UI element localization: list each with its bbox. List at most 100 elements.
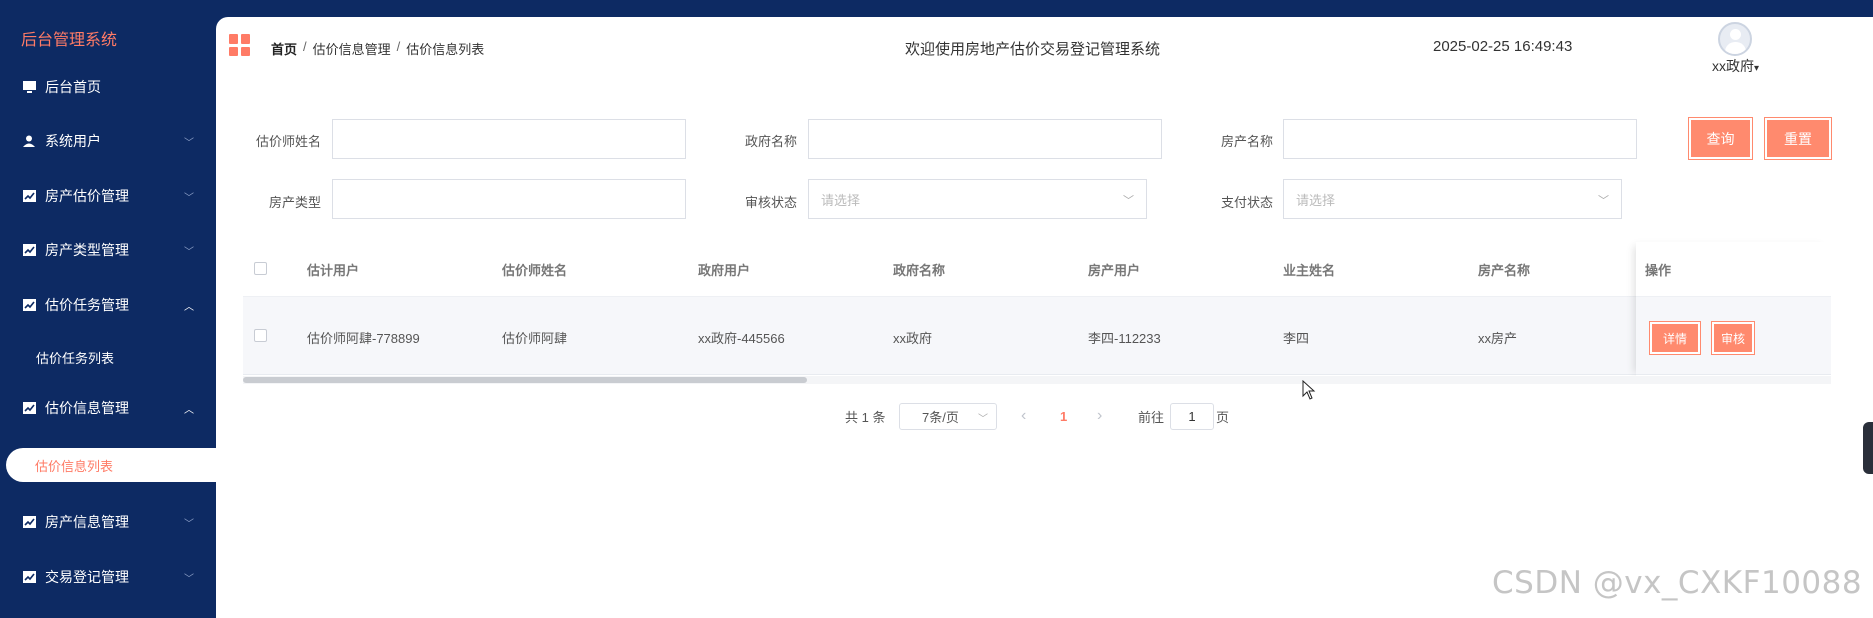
current-page[interactable]: 1 [1060, 402, 1067, 430]
chevron-down-icon: ﹀ [184, 246, 194, 258]
pay-status-placeholder: 请选择 [1296, 192, 1336, 208]
pay-status-select[interactable]: 请选择 ﹀ [1283, 179, 1622, 219]
page-size-value: 7条/页 [922, 410, 959, 425]
caret-down-icon: ▾ [1754, 63, 1760, 74]
sidebar-item-users[interactable]: 系统用户 ﹀ [0, 114, 216, 168]
column-header: 房产名称 [1478, 263, 1531, 278]
sidebar-item-label: 后台首页 [45, 79, 101, 95]
sidebar-item-property-info[interactable]: 房产信息管理 ﹀ [0, 495, 216, 549]
sidebar-item-valuation[interactable]: 房产估价管理 ﹀ [0, 169, 216, 223]
sidebar-item-transactions[interactable]: 交易登记管理 ﹀ [0, 550, 216, 604]
detail-button[interactable]: 详情 [1650, 322, 1700, 354]
sidebar-item-label: 房产估价管理 [45, 188, 129, 204]
column-header: 业主姓名 [1283, 263, 1336, 278]
sidebar-item-label: 估价任务管理 [45, 297, 129, 313]
column-header: 估计用户 [307, 263, 360, 278]
sidebar-item-info[interactable]: 估价信息管理 ︿ [0, 381, 216, 435]
audit-status-label: 审核状态 [744, 195, 797, 210]
cell-appraiser-name: 估价师阿肆 [502, 331, 568, 346]
chart-icon [22, 244, 36, 256]
cell-gov-name: xx政府 [893, 331, 933, 346]
welcome-text: 欢迎使用房地产估价交易登记管理系统 [905, 41, 1161, 58]
cell-property-name: xx房产 [1478, 331, 1518, 346]
apps-grid-icon[interactable] [229, 34, 251, 56]
next-page-button[interactable]: › [1097, 402, 1102, 430]
sidebar-subitem-task-list[interactable]: 估价任务列表 [0, 337, 216, 377]
breadcrumb-separator: / [396, 39, 401, 54]
chevron-down-icon: ﹀ [978, 414, 988, 425]
property-type-input[interactable] [332, 179, 686, 219]
chart-icon [22, 299, 36, 311]
goto-label: 前往 [1138, 409, 1165, 425]
query-button[interactable]: 查询 [1689, 118, 1752, 159]
goto-page-input[interactable]: 1 [1170, 403, 1214, 430]
audit-button[interactable]: 审核 [1712, 322, 1754, 354]
column-header: 估价师姓名 [502, 263, 568, 278]
sidebar-item-property-type[interactable]: 房产类型管理 ﹀ [0, 223, 216, 277]
sidebar-item-label: 房产类型管理 [45, 242, 129, 258]
column-header: 房产用户 [1088, 263, 1141, 278]
scrollbar-thumb[interactable] [243, 377, 807, 383]
breadcrumb-current: 估价信息列表 [406, 42, 485, 57]
select-all-checkbox[interactable] [254, 262, 267, 275]
chevron-down-icon: ﹀ [184, 518, 194, 530]
chevron-down-icon: ﹀ [184, 573, 194, 585]
chart-icon [22, 402, 36, 414]
chart-icon [22, 571, 36, 583]
prev-page-button[interactable]: ‹ [1021, 402, 1026, 430]
column-header: 操作 [1645, 263, 1672, 278]
chevron-up-icon: ︿ [184, 301, 194, 313]
table-header: 估计用户 估价师姓名 政府用户 政府名称 房产用户 业主姓名 房产名称 [243, 242, 1831, 297]
breadcrumb: 首页 / 估价信息管理 / 估价信息列表 [271, 39, 484, 58]
cell-property-user: 李四-112233 [1088, 331, 1161, 346]
appraiser-input[interactable] [332, 119, 686, 159]
property-name-input[interactable] [1283, 119, 1637, 159]
sidebar-item-label: 交易登记管理 [45, 569, 129, 585]
cell-gov-user: xx政府-445566 [698, 331, 785, 346]
chevron-down-icon: ﹀ [184, 137, 194, 149]
page-suffix: 页 [1216, 409, 1230, 425]
chevron-down-icon: ﹀ [1123, 195, 1134, 207]
datetime-display: 2025-02-25 16:49:43 [1433, 38, 1573, 55]
row-checkbox[interactable] [254, 329, 267, 342]
operations-column: 操作 详情 审核 [1636, 242, 1831, 377]
appraiser-label: 估价师姓名 [255, 134, 321, 149]
chevron-up-icon: ︿ [184, 404, 194, 416]
sidebar-item-label: 估价信息管理 [45, 400, 129, 416]
user-icon [22, 135, 36, 147]
audit-status-select[interactable]: 请选择 ﹀ [808, 179, 1147, 219]
pagination-total: 共 1 条 [845, 409, 886, 425]
column-header: 政府用户 [698, 263, 751, 278]
pay-status-label: 支付状态 [1220, 195, 1273, 210]
breadcrumb-home[interactable]: 首页 [271, 39, 297, 58]
breadcrumb-separator: / [303, 39, 307, 54]
cell-owner-name: 李四 [1283, 331, 1310, 346]
user-name: xx政府 [1712, 58, 1754, 74]
table-row: 估价师阿肆-778899 估价师阿肆 xx政府-445566 xx政府 李四-1… [243, 297, 1831, 375]
property-name-label: 房产名称 [1220, 134, 1273, 149]
sidebar: 后台管理系统 后台首页 系统用户 ﹀ 房产估价管理 ﹀ 房产类型管理 ﹀ 估价任… [0, 0, 216, 618]
gov-name-input[interactable] [808, 119, 1162, 159]
cell-appraiser-user: 估价师阿肆-778899 [307, 331, 420, 346]
breadcrumb-item[interactable]: 估价信息管理 [313, 39, 391, 58]
mouse-cursor-icon [1302, 379, 1316, 405]
watermark: CSDN @vx_CXKF10088 [1492, 565, 1863, 601]
page-size-select[interactable]: 7条/页 ﹀ [899, 403, 997, 430]
monitor-icon [22, 81, 36, 93]
property-type-label: 房产类型 [268, 195, 321, 210]
sidebar-item-home[interactable]: 后台首页 [0, 60, 216, 114]
column-header: 政府名称 [893, 263, 946, 278]
user-menu[interactable]: xx政府▾ [1712, 56, 1759, 76]
sidebar-subitem-info-list[interactable]: 估价信息列表 [6, 448, 216, 482]
chart-icon [22, 516, 36, 528]
side-handle[interactable] [1863, 422, 1873, 474]
app-logo: 后台管理系统 [21, 32, 118, 49]
chevron-down-icon: ﹀ [1598, 195, 1609, 207]
sidebar-item-label: 房产信息管理 [45, 514, 129, 530]
gov-name-label: 政府名称 [744, 134, 797, 149]
chart-icon [22, 190, 36, 202]
avatar[interactable] [1718, 22, 1752, 56]
reset-button[interactable]: 重置 [1765, 118, 1831, 159]
sidebar-item-label: 系统用户 [45, 133, 101, 149]
sidebar-item-tasks[interactable]: 估价任务管理 ︿ [0, 278, 216, 332]
